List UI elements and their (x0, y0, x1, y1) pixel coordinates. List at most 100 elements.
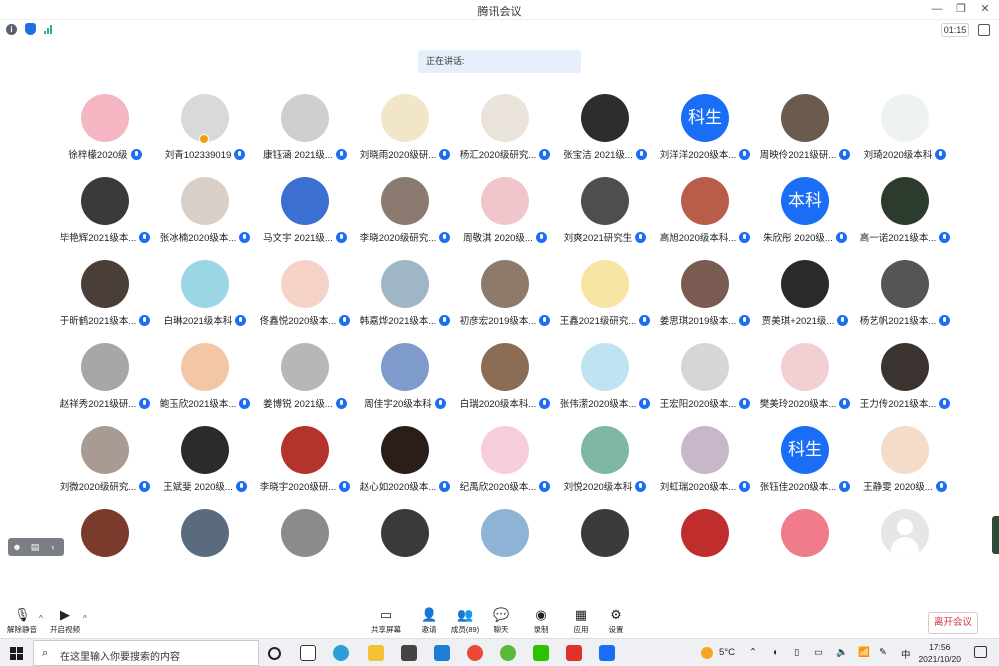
participant-tile[interactable] (155, 509, 255, 579)
participant-tile[interactable]: 王力传2021级本... (855, 343, 955, 413)
participant-tile[interactable]: 纪禹欣2020级本... (455, 426, 555, 496)
participant-tile[interactable]: 张伟潆2020级本... (555, 343, 655, 413)
participant-tile[interactable]: 刘爽2021研究生 (555, 177, 655, 247)
participant-tile[interactable] (455, 509, 555, 579)
tencent-meeting-taskbar-icon[interactable] (599, 645, 615, 661)
info-icon[interactable]: i (6, 23, 17, 35)
participant-tile[interactable]: 高一诺2021级本... (855, 177, 955, 247)
unmute-button[interactable]: 🎙 解除静音 (2, 608, 42, 635)
shield-icon[interactable] (25, 23, 36, 35)
tray-device-icon[interactable]: ▯ (794, 647, 799, 658)
participant-tile[interactable]: 王宏阳2020级本... (655, 343, 755, 413)
right-edge-handle[interactable] (992, 516, 999, 554)
mic-options-chevron-icon[interactable]: ^ (39, 614, 43, 623)
participant-tile[interactable]: 王斌斐 2020级... (155, 426, 255, 496)
participant-tile[interactable]: 刘青102339019 (155, 94, 255, 164)
cortana-icon[interactable] (268, 647, 281, 660)
participant-tile[interactable]: 李晓宇2020级研... (255, 426, 355, 496)
task-view-icon[interactable] (300, 645, 316, 661)
fullscreen-icon[interactable] (978, 24, 990, 36)
emoji-icon[interactable]: ☻ (8, 538, 26, 556)
battery-icon[interactable]: ▭ (814, 647, 823, 658)
tray-app-icon[interactable]: ◐ (773, 647, 779, 658)
weather-sun-icon[interactable] (701, 647, 713, 659)
store-icon[interactable] (401, 645, 417, 661)
share-screen-button[interactable]: ▭ 共享屏幕 (366, 608, 406, 635)
wechat-icon[interactable] (533, 645, 549, 661)
participant-tile[interactable]: 刘琦2020级本科 (855, 94, 955, 164)
participant-tile[interactable]: 刘悦2020级本科 (555, 426, 655, 496)
start-video-button[interactable]: ▶ 开启视频 (45, 608, 85, 635)
participant-tile[interactable]: 贾美琪+2021级... (755, 260, 855, 330)
participant-tile[interactable]: 白琳2021级本科 (155, 260, 255, 330)
participant-tile[interactable]: 姜思琪2019级本... (655, 260, 755, 330)
participant-tile[interactable]: 鲍玉欣2021级本... (155, 343, 255, 413)
participant-tile[interactable]: 张宝洁 2021级... (555, 94, 655, 164)
participant-tile[interactable]: 本科 朱欣彤 2020级... (755, 177, 855, 247)
pen-icon[interactable]: ✎ (879, 647, 887, 658)
settings-button[interactable]: ⚙ 设置 (596, 608, 636, 635)
participant-tile[interactable] (855, 509, 955, 579)
taskbar-clock[interactable]: 17:56 2021/10/20 (918, 641, 961, 665)
participant-tile[interactable]: 马文宇 2021级... (255, 177, 355, 247)
participant-tile[interactable]: 毕艳辉2021级本... (55, 177, 155, 247)
participant-tile[interactable] (655, 509, 755, 579)
participant-tile[interactable] (555, 509, 655, 579)
wps-icon[interactable] (566, 645, 582, 661)
network-icon[interactable]: 📶 (858, 647, 870, 658)
participant-tile[interactable]: 刘虹瑞2020级本... (655, 426, 755, 496)
participant-tile[interactable]: 科生 张钰佳2020级本... (755, 426, 855, 496)
participant-tile[interactable]: 杨艺帆2021级本... (855, 260, 955, 330)
participant-tile[interactable]: 周敬淇 2020级... (455, 177, 555, 247)
taskbar-search[interactable]: ⌕ 在这里输入你要搜索的内容 (33, 640, 259, 666)
invite-button[interactable]: 👤 邀请 (409, 608, 449, 635)
participant-tile[interactable]: 李晓2020级研究... (355, 177, 455, 247)
participant-tile[interactable]: 高旭2020级本科... (655, 177, 755, 247)
windows-start-icon[interactable] (10, 647, 23, 660)
participant-tile[interactable]: 姜博锐 2021级... (255, 343, 355, 413)
record-button[interactable]: ◉ 录制 (521, 608, 561, 635)
participant-tile[interactable]: 张冰楠2020级本... (155, 177, 255, 247)
edge-icon[interactable] (333, 645, 349, 661)
file-explorer-icon[interactable] (368, 645, 384, 661)
participant-tile[interactable]: 王鑫2021级研究... (555, 260, 655, 330)
participant-tile[interactable]: 周映伶2021级研... (755, 94, 855, 164)
participant-tile[interactable]: 初彦宏2019级本... (455, 260, 555, 330)
apps-button[interactable]: ▦ 应用 (561, 608, 601, 635)
participant-tile[interactable]: 刘晓雨2020级研... (355, 94, 455, 164)
minimize-icon[interactable]: — (929, 1, 945, 17)
input-method[interactable]: 中 (901, 647, 911, 661)
participant-tile[interactable] (255, 509, 355, 579)
participant-tile[interactable]: 白瑞2020级本科... (455, 343, 555, 413)
members-button[interactable]: 👥 成员(89) (445, 608, 485, 635)
close-icon[interactable]: ✕ (977, 1, 993, 17)
signal-icon[interactable] (44, 24, 52, 34)
participant-tile[interactable]: 赵心如2020级本... (355, 426, 455, 496)
restore-icon[interactable]: ❐ (953, 1, 969, 17)
browser-icon[interactable] (467, 645, 483, 661)
participant-tile[interactable]: 康钰涵 2021级... (255, 94, 355, 164)
collapse-icon[interactable]: ‹ (44, 538, 62, 556)
volume-icon[interactable]: 🔈 (836, 647, 848, 658)
participant-tile[interactable]: 周佳宇20级本科 (355, 343, 455, 413)
weather-temp[interactable]: 5°C (719, 647, 735, 658)
participant-tile[interactable] (355, 509, 455, 579)
participant-tile[interactable]: 于昕鹤2021级本... (55, 260, 155, 330)
participant-tile[interactable]: 赵祥秀2021级研... (55, 343, 155, 413)
participant-tile[interactable]: 樊美玲2020级本... (755, 343, 855, 413)
chat-button[interactable]: 💬 聊天 (481, 608, 521, 635)
participant-tile[interactable]: 佟鑫悦2020级本... (255, 260, 355, 330)
tray-chevron-icon[interactable]: ⌃ (749, 647, 757, 658)
participant-tile[interactable]: 王静雯 2020级... (855, 426, 955, 496)
participant-tile[interactable] (755, 509, 855, 579)
notification-icon[interactable] (974, 646, 987, 658)
leave-meeting-button[interactable]: 离开会议 (928, 612, 978, 634)
participant-tile[interactable]: 科生 刘洋洋2020级本... (655, 94, 755, 164)
participant-tile[interactable]: 徐梓檬2020级 (55, 94, 155, 164)
participant-tile[interactable]: 刘微2020级研究... (55, 426, 155, 496)
ie-icon[interactable] (500, 645, 516, 661)
mail-icon[interactable] (434, 645, 450, 661)
chat-bubble-icon[interactable]: ▤ (26, 538, 44, 556)
participant-tile[interactable]: 杨汇2020级研究... (455, 94, 555, 164)
participant-tile[interactable] (55, 509, 155, 579)
